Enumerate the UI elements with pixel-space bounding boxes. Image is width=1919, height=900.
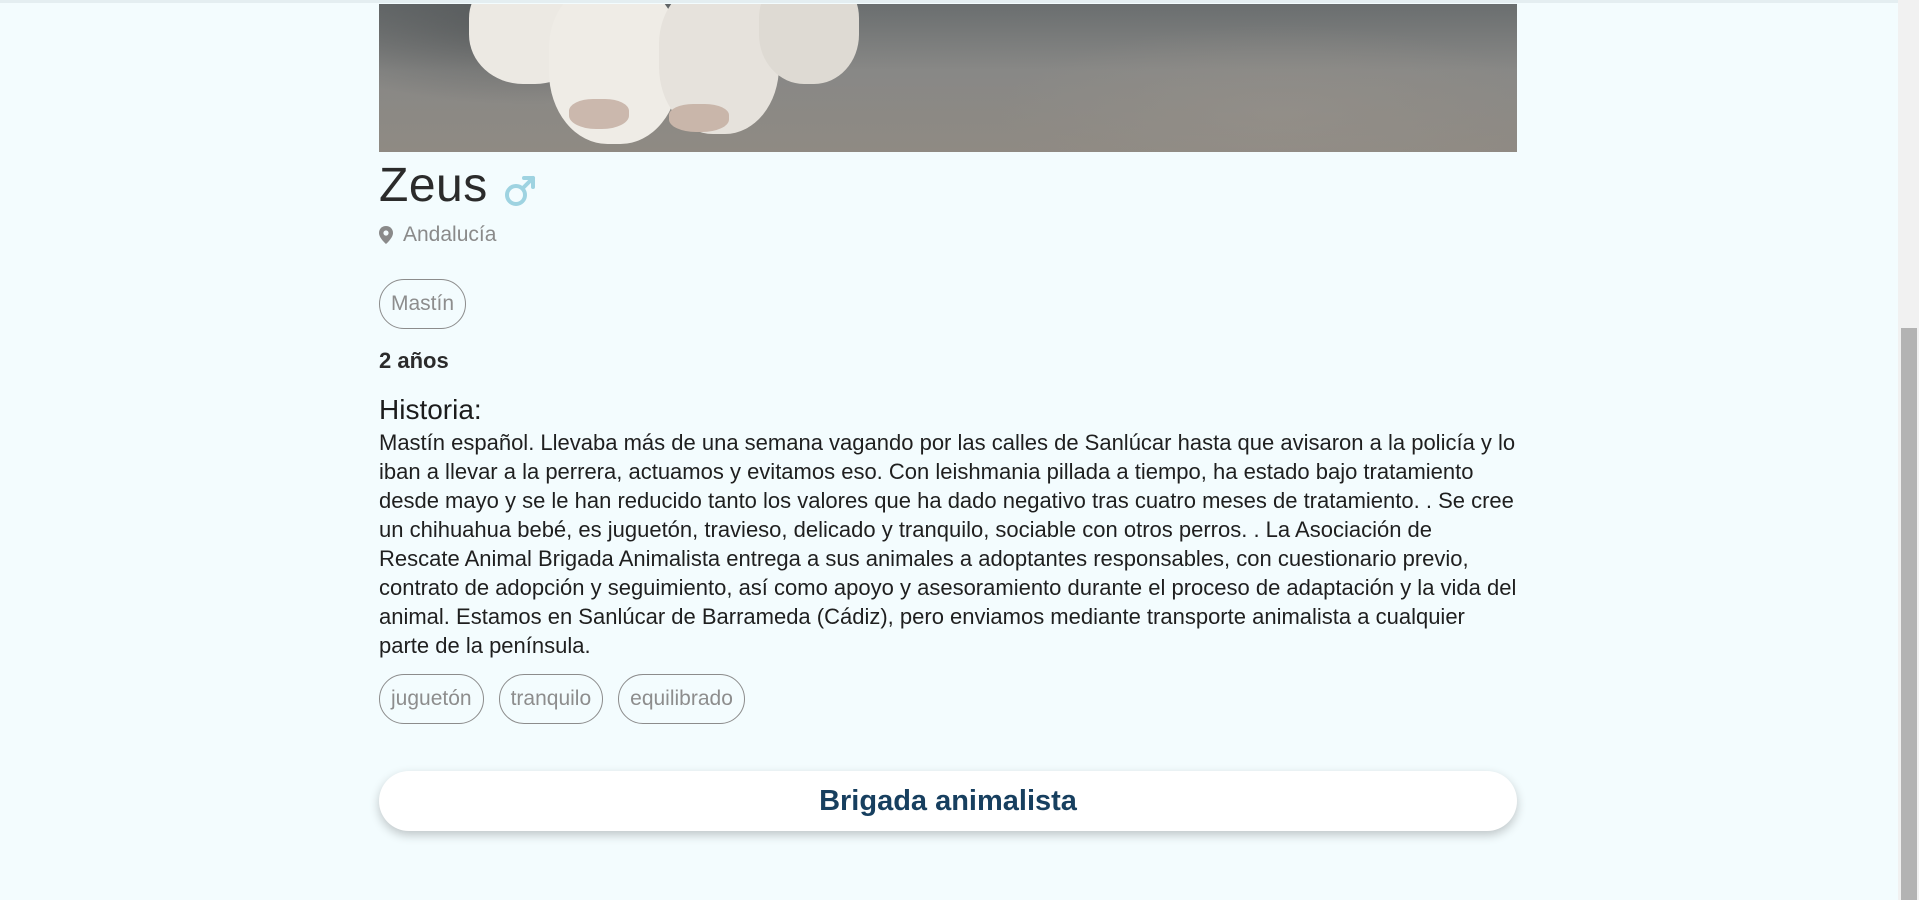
- scrollbar-thumb[interactable]: [1901, 328, 1917, 900]
- trait-chip: tranquilo: [498, 674, 604, 724]
- pet-age: 2 años: [379, 348, 449, 373]
- pet-photo: [379, 4, 1517, 152]
- top-border: [0, 0, 1898, 3]
- map-pin-icon: [379, 226, 393, 244]
- pet-location: Andalucía: [379, 222, 496, 248]
- scrollbar[interactable]: [1898, 0, 1919, 900]
- male-symbol-icon: [504, 176, 535, 206]
- organization-button[interactable]: Brigada animalista: [379, 771, 1517, 831]
- pet-name: Zeus: [379, 158, 488, 212]
- trait-chip: juguetón: [379, 674, 484, 724]
- story-heading: Historia:: [379, 394, 482, 425]
- breed-chip: Mastín: [379, 279, 467, 329]
- trait-chip: equilibrado: [618, 674, 745, 724]
- pet-title: Zeus: [379, 155, 538, 215]
- story-text: Mastín español. Llevaba más de una seman…: [379, 430, 1517, 658]
- trait-list: juguetón tranquilo equilibrado: [379, 674, 745, 724]
- location-text: Andalucía: [403, 223, 497, 246]
